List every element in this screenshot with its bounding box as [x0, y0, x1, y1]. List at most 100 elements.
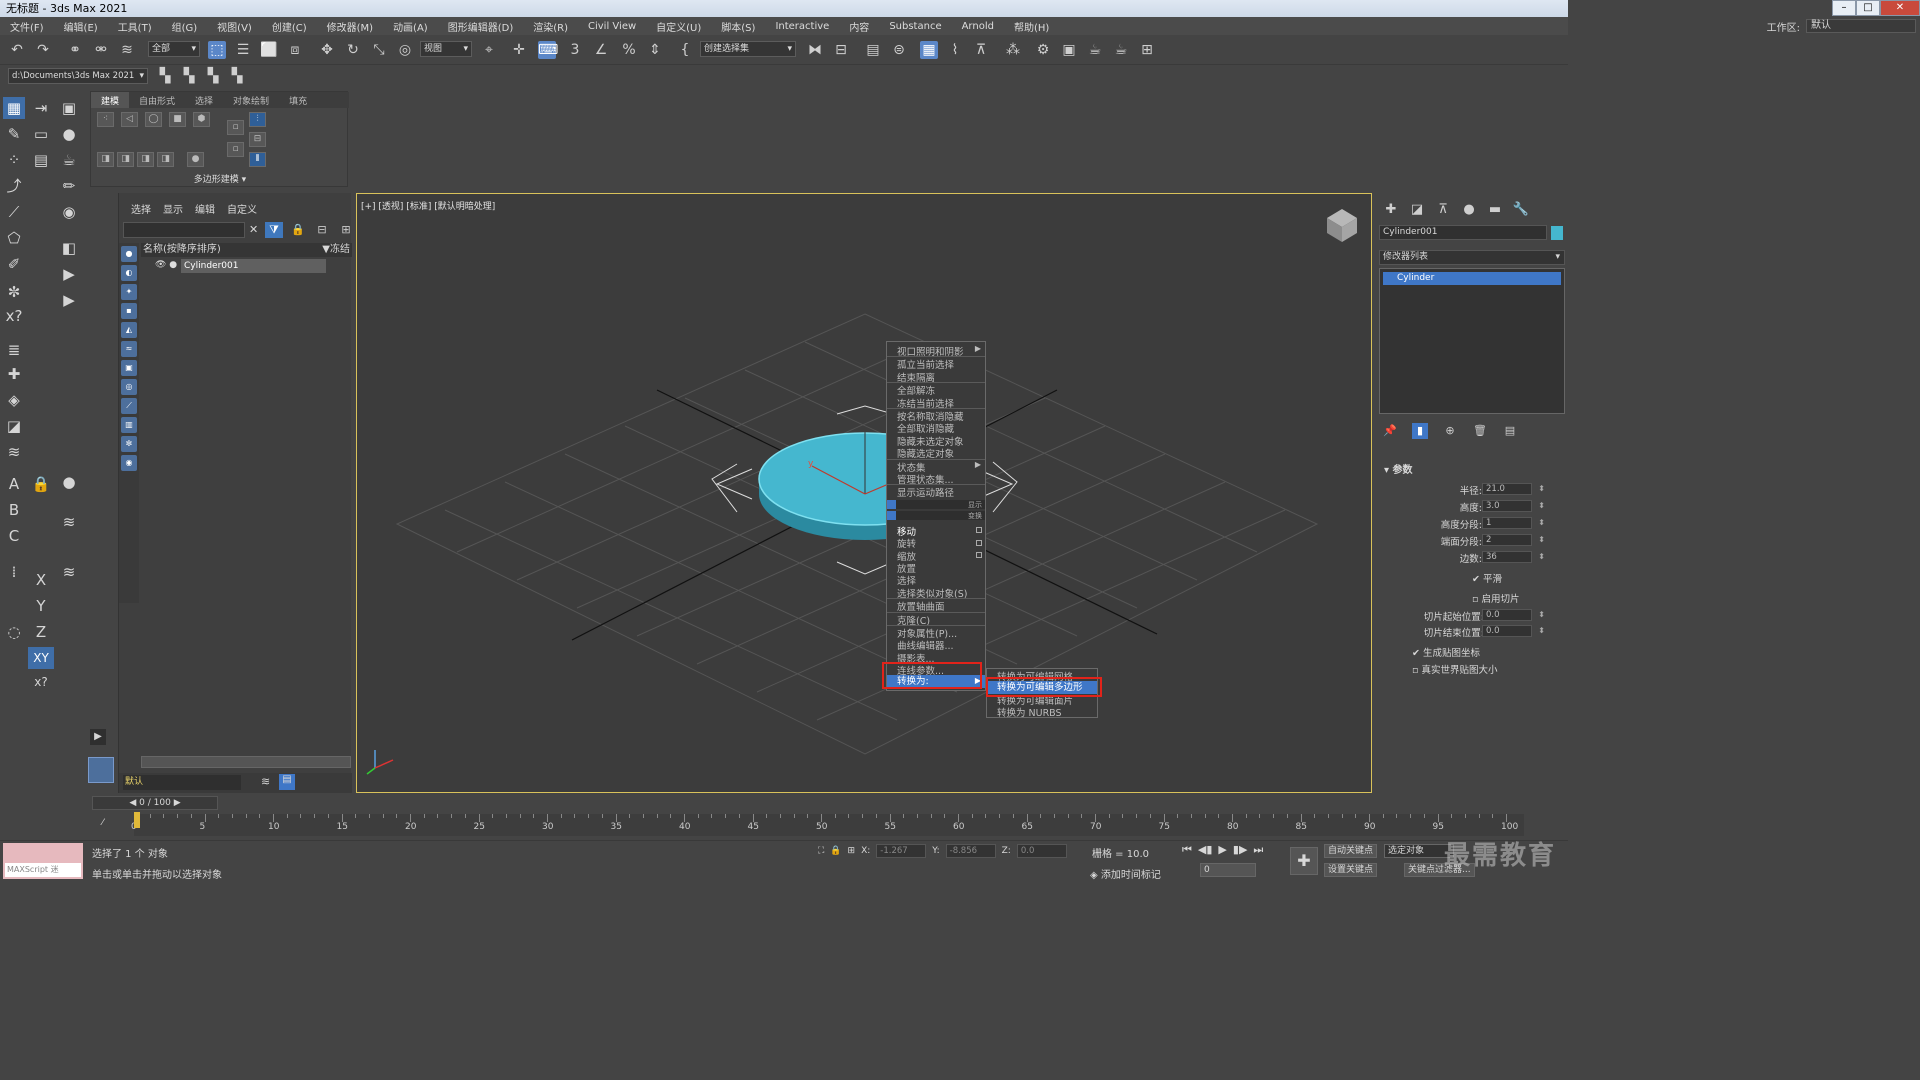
circle-dots-icon[interactable]: ◌	[3, 621, 25, 643]
layers2-icon[interactable]: ≋	[58, 511, 80, 533]
quad-menu-item[interactable]: 显示运动路径	[897, 485, 954, 499]
knife-icon[interactable]: ⟋	[3, 201, 25, 223]
explorer-search-input[interactable]	[123, 222, 245, 238]
lock-icon[interactable]: 🔒	[30, 473, 52, 495]
configure-modifier-icon[interactable]: ▤	[1502, 423, 1518, 439]
expand-arrow-icon[interactable]: ▶	[90, 729, 106, 745]
text-c-icon[interactable]: C	[3, 525, 25, 547]
movie-icon[interactable]: ▶	[58, 289, 80, 311]
layers-icon[interactable]: ◈	[3, 389, 25, 411]
menu-item[interactable]: 帮助(H)	[1004, 19, 1059, 34]
menu-item[interactable]: 创建(C)	[262, 19, 317, 34]
render-setup-icon[interactable]: ⚙	[1034, 41, 1052, 59]
text-b-icon[interactable]: B	[3, 499, 25, 521]
play-icon[interactable]: ▶	[1218, 843, 1226, 857]
filter-bones-icon[interactable]: ⟋	[121, 398, 137, 414]
goto-end-icon[interactable]: ⏭	[1253, 843, 1263, 857]
curve-toggle-icon[interactable]: ⁄	[102, 818, 104, 828]
move-icon[interactable]: ✥	[318, 41, 336, 59]
ribbon-collapse-icon[interactable]: ▫	[227, 142, 244, 157]
ribbon-tool4-icon[interactable]: ◨	[157, 152, 174, 167]
ribbon-toggle-icon[interactable]: ▦	[920, 41, 938, 59]
time-slider[interactable]: ◀ 0 / 100 ▶	[92, 796, 218, 810]
percent-snap-icon[interactable]: %	[620, 41, 638, 59]
select-by-name-icon[interactable]: ☰	[234, 41, 252, 59]
next-frame-icon[interactable]: ▮▶	[1233, 843, 1248, 857]
menu-item[interactable]: 文件(F)	[0, 19, 54, 34]
slice-to-field[interactable]: 0.0	[1482, 625, 1545, 637]
ribbon-footer[interactable]: 多边形建模 ▾	[91, 172, 349, 186]
close-icon[interactable]: ✕	[1880, 0, 1920, 16]
explorer-menu-item[interactable]: 显示	[163, 201, 183, 216]
keyboard-shortcut-icon[interactable]: ⌨	[538, 41, 558, 59]
y-field[interactable]: -8.856	[945, 844, 996, 858]
settings-box-icon[interactable]	[976, 526, 982, 533]
prev-frame-icon[interactable]: ◀▮	[1198, 843, 1213, 857]
filter-geometry-icon[interactable]: ●	[121, 246, 137, 262]
ribbon-tool1-icon[interactable]: ◨	[97, 152, 114, 167]
unlink-icon[interactable]: ⚮	[92, 41, 110, 59]
select-icon[interactable]: ▦	[3, 97, 25, 119]
rect-selection-icon[interactable]: ⬜	[260, 41, 278, 59]
spinner-snap-icon[interactable]: ⇕	[646, 41, 664, 59]
layer-explorer-icon[interactable]: ⊜	[890, 41, 908, 59]
object-name-field[interactable]: Cylinder001	[1379, 225, 1547, 240]
set-key-big-icon[interactable]: ✚	[1290, 847, 1318, 875]
play-icon[interactable]: ▶	[58, 263, 80, 285]
z-field[interactable]: 0.0	[1016, 844, 1067, 858]
ribbon-preserve-icon[interactable]: ⊟	[249, 132, 266, 147]
switch-project-icon[interactable]: ▚	[228, 67, 246, 85]
remove-modifier-icon[interactable]: 🗑	[1472, 423, 1488, 439]
render-iterative-icon[interactable]: ☕	[1112, 41, 1130, 59]
motion-tab-icon[interactable]: ●	[1460, 201, 1478, 219]
menu-item[interactable]: 编辑(E)	[54, 19, 108, 34]
explorer-column-header[interactable]: 名称(按降序排序) ▼冻结	[141, 243, 352, 257]
align-icon[interactable]: ⊟	[832, 41, 850, 59]
column-freeze[interactable]: ▼冻结	[322, 243, 350, 257]
slice-on-checkbox[interactable]: ▫ 启用切片	[1472, 591, 1519, 605]
teapot-icon[interactable]: ☕	[58, 149, 80, 171]
filter-frozen-icon[interactable]: ✼	[121, 436, 137, 452]
add-time-tag[interactable]: ◈ 添加时间标记	[1090, 866, 1161, 881]
curve-editor-icon[interactable]: ⌇	[946, 41, 964, 59]
scene-object-row[interactable]: Cylinder001	[181, 259, 326, 273]
viewport-layout-icon[interactable]	[88, 757, 114, 783]
filter-xrefs-icon[interactable]: ◎	[121, 379, 137, 395]
scale-icon[interactable]: ⤡	[370, 41, 388, 59]
settings-box-icon[interactable]	[976, 552, 982, 558]
brush-icon[interactable]: ✏	[58, 175, 80, 197]
polygon-mode-icon[interactable]: ■	[169, 112, 186, 127]
create-project-icon[interactable]: ▚	[180, 67, 198, 85]
menu-item[interactable]: Arnold	[952, 21, 1004, 32]
create-icon[interactable]: ⇥	[30, 97, 52, 119]
clear-search-icon[interactable]: ✕	[249, 223, 258, 236]
ribbon-tool2-icon[interactable]: ◨	[117, 152, 134, 167]
paint-icon[interactable]: ●	[58, 123, 80, 145]
utilities-tab-icon[interactable]: 🔧	[1512, 201, 1530, 219]
display-tab-icon[interactable]: ▬	[1486, 201, 1504, 219]
real-world-checkbox[interactable]: ▫ 真实世界贴图大小	[1412, 662, 1497, 676]
param-field[interactable]: 21.0	[1482, 483, 1545, 495]
link-icon[interactable]: ⚭	[66, 41, 84, 59]
note-icon[interactable]: ◪	[3, 415, 25, 437]
menu-item[interactable]: 修改器(M)	[317, 19, 383, 34]
auto-key-button[interactable]: 自动关键点	[1324, 844, 1378, 858]
angle-snap-icon[interactable]: ∠	[592, 41, 610, 59]
snaps-toggle-icon[interactable]: 3	[566, 41, 584, 59]
stack-item-cylinder[interactable]: Cylinder	[1383, 272, 1561, 285]
modifier-list-dropdown[interactable]: 修改器列表	[1379, 250, 1565, 265]
param-field[interactable]: 1	[1482, 517, 1545, 529]
menu-item[interactable]: 动画(A)	[383, 19, 438, 34]
explorer-scrollbar[interactable]	[141, 756, 351, 768]
rotate-icon[interactable]: ↻	[344, 41, 362, 59]
menu-item[interactable]: 脚本(S)	[711, 19, 765, 34]
hierarchy-icon[interactable]: ⊟	[313, 222, 331, 238]
current-frame-field[interactable]: 0	[1200, 863, 1256, 877]
workspace-dropdown[interactable]: 默认	[1806, 19, 1916, 33]
param-field[interactable]: 2	[1482, 534, 1545, 546]
ribbon-tab[interactable]: 填充	[279, 92, 317, 108]
hierarchy-tab-icon[interactable]: ⊼	[1434, 201, 1452, 219]
edit-named-selection-icon[interactable]: {	[676, 41, 694, 59]
selection-lock-icon[interactable]: 🔒	[830, 846, 841, 856]
column-name[interactable]: 名称(按降序排序)	[143, 244, 221, 255]
